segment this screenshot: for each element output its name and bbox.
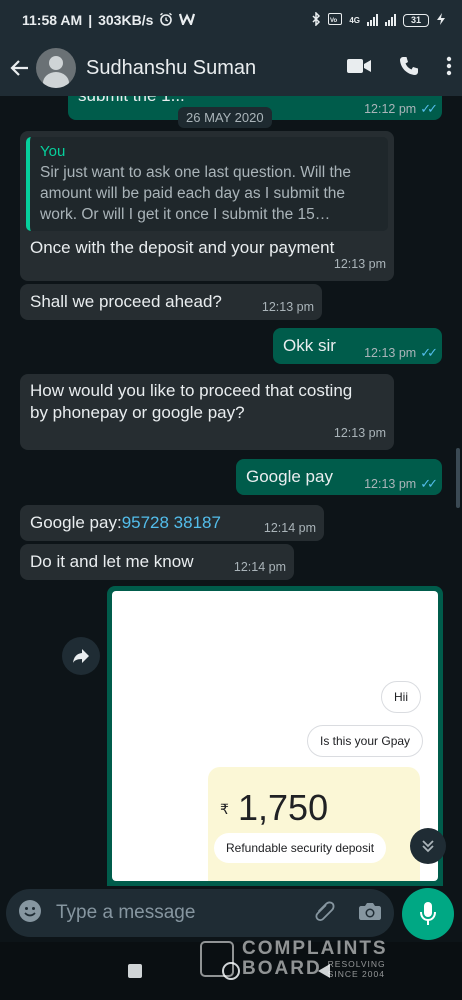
volte-icon: Vo [328,12,343,28]
back-arrow-icon[interactable] [8,56,32,80]
bluetooth-icon [311,10,321,29]
watermark-line-2: BOARD RESOLVING SINCE 2004 [242,958,388,980]
currency-symbol: ₹ [220,801,229,817]
message-text-prefix: Google pay: [30,513,122,532]
avatar[interactable] [36,48,76,88]
message-incoming[interactable]: How would you like to proceed that costi… [20,374,394,450]
video-call-icon[interactable] [346,57,372,80]
message-outgoing[interactable]: Google pay 12:13 pm ✓✓ [236,459,442,495]
voice-call-icon[interactable] [398,55,420,82]
recents-icon[interactable] [128,964,142,978]
read-ticks-icon: ✓✓ [420,345,438,360]
camera-icon[interactable] [358,900,382,927]
battery-level: 31 [410,15,421,25]
message-text: submit the 1... [78,96,185,107]
watermark-tag-2: SINCE 2004 [327,969,385,979]
attach-icon[interactable] [312,899,336,928]
message-input-container[interactable] [6,889,394,937]
status-time: 11:58 AM [22,12,83,28]
message-outgoing[interactable]: Okk sir 12:13 pm ✓✓ [273,328,442,364]
chat-chip-hii: Hii [381,681,421,713]
message-time: 12:13 pm [333,426,386,440]
quote-author: You [40,143,66,160]
date-chip: 26 MAY 2020 [178,107,272,128]
status-bar: 11:58 AM | 303KB/s Vo 4G 31 [0,0,462,40]
message-timestamp: 12:13 pm [364,346,417,360]
quoted-message[interactable]: You Sir just want to ask one last questi… [26,137,388,231]
watermark-board: BOARD [242,958,322,979]
chat-chip-gpay: Is this your Gpay [307,725,424,757]
emoji-icon[interactable] [18,899,42,928]
payment-card: ₹ 1,750 Refundable security deposit [208,767,420,881]
watermark-badge-icon [200,941,234,977]
quote-text: Sir just want to ask one last question. … [40,164,352,223]
message-text: Okk sir [283,336,336,355]
message-time: 12:14 pm [233,560,286,574]
message-time: 12:13 pm [333,257,386,271]
message-incoming[interactable]: Shall we proceed ahead? 12:13 pm [20,284,322,320]
status-right: Vo 4G 31 [311,10,446,29]
phone-number-link[interactable]: 95728 38187 [122,513,221,532]
network-type: 4G [349,15,360,25]
contact-name[interactable]: Sudhanshu Suman [86,57,346,80]
message-timestamp: 12:12 pm [364,102,417,116]
message-incoming-reply[interactable]: You Sir just want to ask one last questi… [20,131,394,281]
message-time: 12:14 pm [263,521,316,535]
payment-amount: 1,750 [238,787,329,828]
battery-icon: 31 [403,13,429,27]
message-text: Do it and let me know [30,552,194,571]
alarm-icon [159,12,173,29]
message-time: 12:13 pm [261,300,314,314]
watermark-logo: COMPLAINTS BOARD RESOLVING SINCE 2004 [200,934,420,984]
image-message[interactable]: Hii Is this your Gpay ₹ 1,750 Refundable… [107,586,443,886]
message-text: Shall we proceed ahead? [30,292,222,311]
watermark-line-1: COMPLAINTS [242,938,388,959]
header-actions [346,55,452,82]
forward-icon[interactable] [62,637,100,675]
message-input[interactable] [56,902,312,924]
signal-2-icon [385,14,396,26]
scroll-to-bottom-button[interactable] [410,828,446,864]
payment-screenshot-image[interactable]: Hii Is this your Gpay ₹ 1,750 Refundable… [112,591,438,881]
message-text: How would you like to proceed that costi… [30,381,353,422]
message-time: 12:12 pm ✓✓ [364,98,438,120]
message-incoming[interactable]: Google pay:95728 38187 12:14 pm [20,505,324,541]
microphone-icon [420,902,436,925]
read-ticks-icon: ✓✓ [420,476,438,491]
message-time: 12:13 pm ✓✓ [364,342,438,364]
status-left: 11:58 AM | 303KB/s [22,12,196,29]
signal-1-icon [367,14,378,26]
message-text: Google pay [246,467,333,486]
watermark-tag-1: RESOLVING [327,959,386,969]
payment-note: Refundable security deposit [214,833,387,863]
message-time: 12:13 pm ✓✓ [364,473,438,495]
charging-icon [436,12,446,29]
app-notification-icon [179,12,196,28]
status-separator: | [88,12,93,28]
voice-message-button[interactable] [402,888,454,940]
read-ticks-icon: ✓✓ [420,101,438,116]
chat-scrollbar[interactable] [456,448,460,508]
chat-area[interactable]: submit the 1... 12:12 pm ✓✓ 26 MAY 2020 … [0,96,462,886]
watermark-text: COMPLAINTS BOARD RESOLVING SINCE 2004 [242,938,388,980]
status-speed: 303KB/s [98,12,154,28]
svg-text:Vo: Vo [330,18,338,24]
chat-header: Sudhanshu Suman [0,40,462,96]
message-timestamp: 12:13 pm [364,477,417,491]
message-incoming[interactable]: Do it and let me know 12:14 pm [20,544,294,580]
watermark-tagline: RESOLVING SINCE 2004 [328,959,386,979]
more-options-icon[interactable] [446,56,452,81]
